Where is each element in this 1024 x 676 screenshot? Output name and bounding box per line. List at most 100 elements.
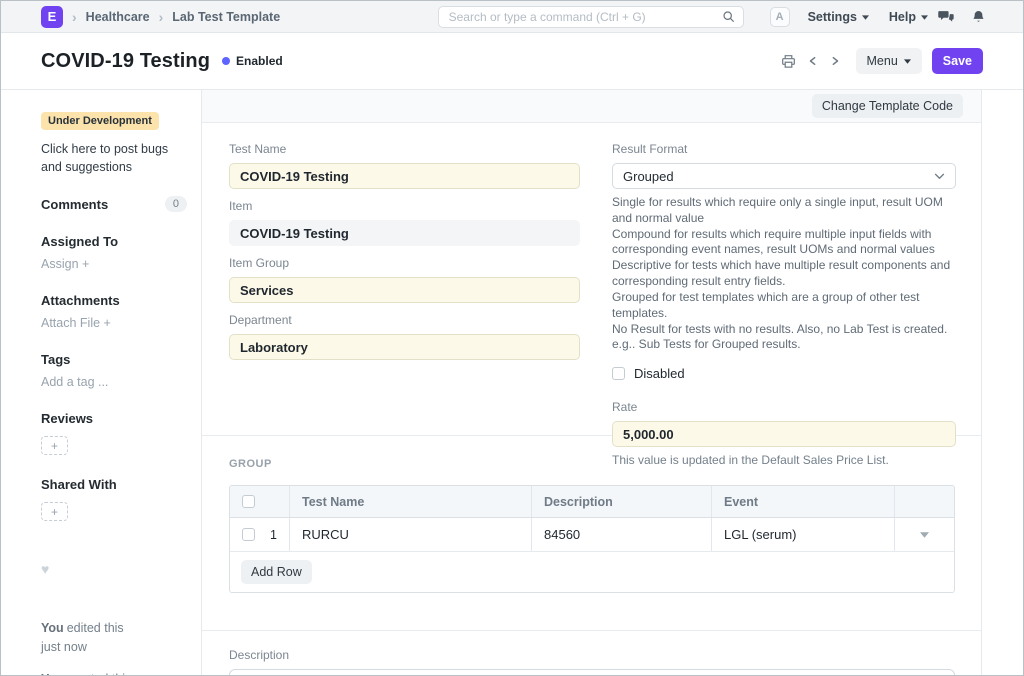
field-item: Item COVID-19 Testing: [229, 199, 580, 246]
result-format-label: Result Format: [612, 142, 956, 156]
help-menu[interactable]: Help: [889, 10, 928, 24]
department-label: Department: [229, 313, 580, 327]
change-template-code-button[interactable]: Change Template Code: [812, 94, 963, 118]
print-icon[interactable]: [781, 54, 796, 69]
description-label: Description: [229, 648, 955, 662]
status-text: Enabled: [236, 54, 283, 68]
grid-cell-description[interactable]: 84560: [532, 518, 712, 551]
add-share-button[interactable]: +: [41, 502, 68, 521]
row-index: 1: [270, 528, 277, 542]
test-name-label: Test Name: [229, 142, 580, 156]
breadcrumb-chevron-icon: ›: [159, 9, 164, 25]
add-tag-input[interactable]: Add a tag ...: [41, 375, 187, 389]
grid-row-select-cell: 1: [230, 518, 290, 551]
result-format-select[interactable]: Grouped: [612, 163, 956, 189]
tags-heading: Tags: [41, 352, 187, 367]
form-layout: Change Template Code Test Name COVID-19 …: [202, 90, 982, 675]
item-label: Item: [229, 199, 580, 213]
menu-button-label: Menu: [867, 54, 898, 68]
group-grid: Test Name Description Event 1 RURCU 8456: [229, 485, 955, 593]
test-name-input[interactable]: COVID-19 Testing: [229, 163, 580, 189]
form-sidebar: Under Development Click here to post bug…: [1, 90, 202, 675]
attach-file-button[interactable]: Attach File +: [41, 316, 187, 330]
field-test-name: Test Name COVID-19 Testing: [229, 142, 580, 189]
grid-header-row: Test Name Description Event: [230, 486, 954, 518]
item-group-label: Item Group: [229, 256, 580, 270]
history-action: edited this: [67, 621, 124, 635]
row-checkbox[interactable]: [242, 528, 255, 541]
select-all-checkbox[interactable]: [242, 495, 255, 508]
item-group-input[interactable]: Services: [229, 277, 580, 303]
history-created: Youcreated this just now: [41, 670, 187, 675]
history-actor: You: [41, 672, 64, 675]
page-title: COVID-19 Testing: [41, 50, 210, 73]
chevron-down-icon: [904, 59, 911, 64]
next-record-icon[interactable]: [830, 55, 840, 67]
grid-header-description: Description: [532, 486, 712, 517]
department-input[interactable]: Laboratory: [229, 334, 580, 360]
global-search[interactable]: [438, 6, 744, 28]
chevron-down-icon: [862, 15, 869, 20]
shared-with-heading: Shared With: [41, 477, 187, 492]
navbar: E › Healthcare › Lab Test Template A Set…: [1, 1, 1023, 33]
chevron-down-icon: [921, 15, 928, 20]
group-section-heading: GROUP: [229, 458, 955, 470]
rate-label: Rate: [612, 400, 956, 414]
grid-row[interactable]: 1 RURCU 84560 LGL (serum): [230, 518, 954, 552]
prev-record-icon[interactable]: [808, 55, 818, 67]
grid-cell-event[interactable]: LGL (serum): [712, 518, 895, 551]
breadcrumb-healthcare[interactable]: Healthcare: [86, 10, 150, 24]
result-format-value: Grouped: [623, 169, 674, 184]
form-section-group: GROUP Test Name Description Event: [202, 436, 981, 631]
form-toolbar: Change Template Code: [202, 90, 981, 123]
bugs-suggestions-link[interactable]: Click here to post bugs and suggestions: [41, 140, 187, 176]
status-indicator: Enabled: [222, 54, 283, 68]
breadcrumb-chevron-icon: ›: [72, 9, 77, 25]
app-logo[interactable]: E: [41, 6, 63, 28]
grid-header-test-name: Test Name: [290, 486, 532, 517]
form-column-right: Result Format Grouped Single for results…: [612, 142, 956, 467]
field-result-format: Result Format Grouped Single for results…: [612, 142, 956, 353]
grid-cell-test-name[interactable]: RURCU: [290, 518, 532, 551]
history-edited: Youedited this just now: [41, 619, 187, 657]
right-gutter: [982, 90, 1023, 675]
save-button[interactable]: Save: [932, 48, 983, 74]
disabled-checkbox[interactable]: [612, 367, 625, 380]
avatar[interactable]: A: [770, 7, 790, 27]
under-development-badge[interactable]: Under Development: [41, 112, 159, 130]
chevron-down-icon: [934, 173, 945, 180]
assign-button[interactable]: Assign +: [41, 257, 187, 271]
help-label: Help: [889, 10, 916, 24]
disabled-label: Disabled: [634, 366, 685, 381]
app-window: E › Healthcare › Lab Test Template A Set…: [0, 0, 1024, 676]
like-heart-icon[interactable]: ♥: [41, 561, 187, 577]
field-item-group: Item Group Services: [229, 256, 580, 303]
grid-cell-actions: [895, 518, 954, 551]
history-time: just now: [41, 638, 187, 657]
item-input: COVID-19 Testing: [229, 220, 580, 246]
breadcrumb-lab-test-template[interactable]: Lab Test Template: [172, 10, 280, 24]
description-input[interactable]: Covid-19 Testing: [229, 669, 955, 675]
bell-icon[interactable]: [972, 10, 985, 24]
grid-header-actions: [895, 486, 954, 517]
settings-menu[interactable]: Settings: [808, 10, 869, 24]
settings-label: Settings: [808, 10, 857, 24]
attachments-heading: Attachments: [41, 293, 187, 308]
comments-row[interactable]: Comments 0: [41, 196, 187, 212]
chat-icon[interactable]: [938, 10, 954, 23]
result-format-help: Single for results which require only a …: [612, 195, 956, 353]
search-icon: [722, 10, 735, 23]
field-department: Department Laboratory: [229, 313, 580, 360]
reviews-heading: Reviews: [41, 411, 187, 426]
search-input[interactable]: [447, 9, 722, 25]
add-row-button[interactable]: Add Row: [241, 560, 312, 584]
assigned-to-heading: Assigned To: [41, 234, 187, 249]
row-expand-caret-icon[interactable]: [920, 532, 929, 538]
comments-count-badge: 0: [165, 196, 187, 212]
form-section-description: Description Covid-19 Testing: [202, 631, 981, 675]
form-column-left: Test Name COVID-19 Testing Item COVID-19…: [229, 142, 580, 467]
add-review-button[interactable]: +: [41, 436, 68, 455]
grid-header-event: Event: [712, 486, 895, 517]
menu-button[interactable]: Menu: [856, 48, 922, 74]
disabled-checkbox-row[interactable]: Disabled: [612, 366, 956, 381]
